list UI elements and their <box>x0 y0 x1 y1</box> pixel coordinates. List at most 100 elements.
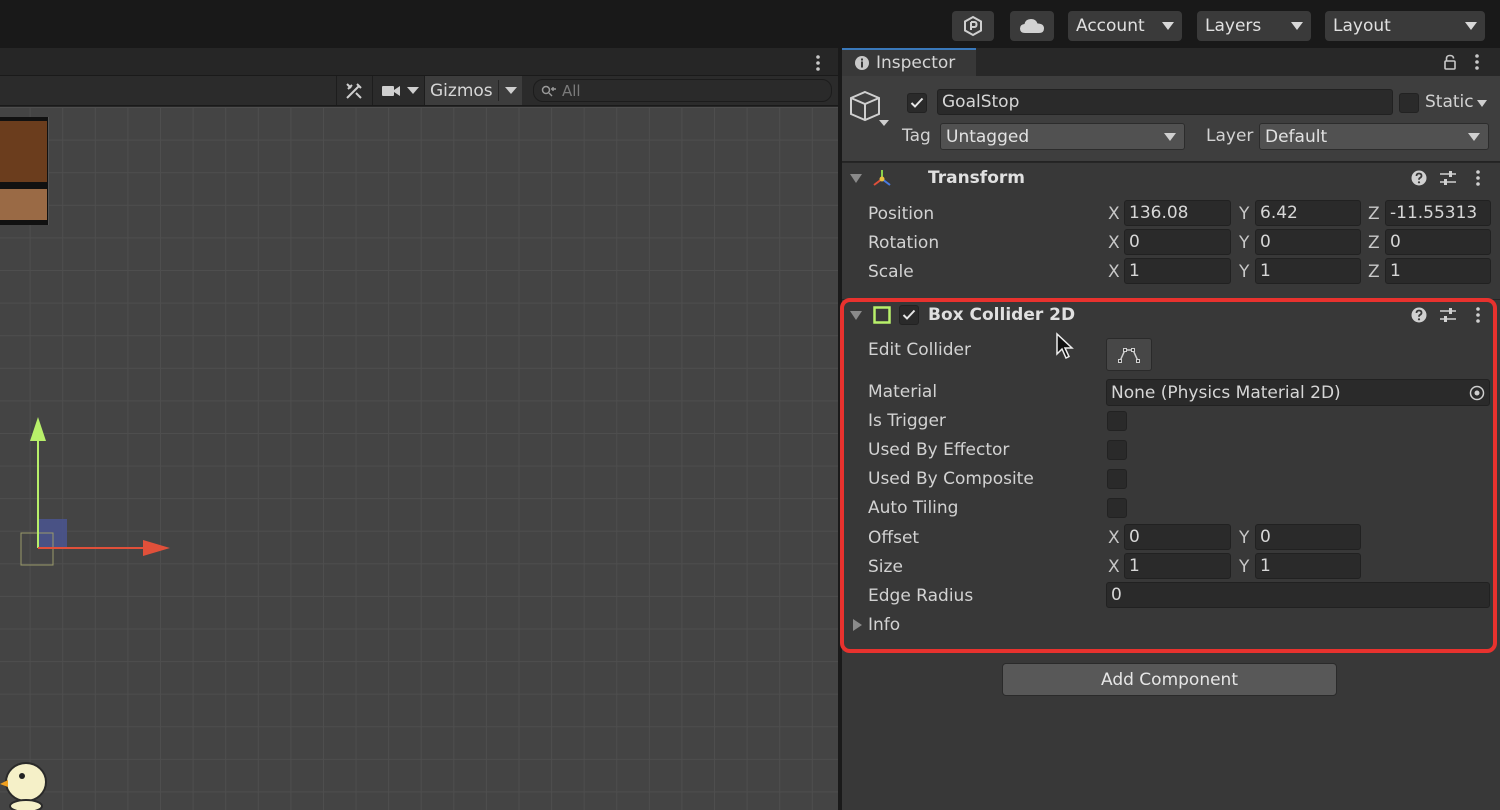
rotation-y-value: 0 <box>1260 232 1271 252</box>
lock-icon[interactable] <box>1443 54 1457 70</box>
more-options-icon[interactable] <box>1474 169 1482 187</box>
cloud-icon <box>1020 19 1044 33</box>
main-toolbar: Account Layers Layout <box>0 0 1500 48</box>
axis-y-label[interactable]: Y <box>1239 233 1249 253</box>
auto-tiling-checkbox[interactable] <box>1107 498 1127 518</box>
edge-radius-label[interactable]: Edge Radius <box>868 586 973 606</box>
axis-x-label[interactable]: X <box>1108 528 1120 548</box>
object-name-field[interactable]: GoalStop <box>937 89 1393 115</box>
active-checkbox[interactable] <box>907 93 927 113</box>
box-collider-header[interactable]: Box Collider 2D <box>842 299 1500 329</box>
axis-x-label[interactable]: X <box>1108 233 1120 253</box>
rotation-y-field[interactable]: 0 <box>1255 229 1361 255</box>
offset-y-field[interactable]: 0 <box>1255 524 1361 550</box>
transform-icon <box>873 170 891 186</box>
position-z-field[interactable]: -11.55313 <box>1385 200 1491 226</box>
gizmos-label: Gizmos <box>430 80 493 101</box>
scale-label[interactable]: Scale <box>868 262 914 282</box>
tools-button[interactable] <box>336 76 370 105</box>
info-foldout-label[interactable]: Info <box>868 615 900 635</box>
layer-value: Default <box>1265 126 1328 147</box>
axis-z-label[interactable]: Z <box>1368 262 1380 282</box>
rotation-label[interactable]: Rotation <box>868 233 939 253</box>
axis-y-label[interactable]: Y <box>1239 204 1249 224</box>
add-component-button[interactable]: Add Component <box>1002 663 1337 696</box>
rotation-x-value: 0 <box>1129 232 1140 252</box>
object-picker-icon[interactable] <box>1469 385 1485 401</box>
preset-icon[interactable] <box>1439 306 1457 324</box>
component-enabled-checkbox[interactable] <box>899 305 919 325</box>
rotation-x-field[interactable]: 0 <box>1124 229 1231 255</box>
axis-z-label[interactable]: Z <box>1368 204 1380 224</box>
material-label: Material <box>868 382 938 402</box>
axis-x-label[interactable]: X <box>1108 204 1120 224</box>
tag-dropdown[interactable]: Untagged <box>940 123 1185 150</box>
edge-radius-field[interactable]: 0 <box>1106 582 1490 608</box>
axis-y-label[interactable]: Y <box>1239 557 1249 577</box>
scale-y-field[interactable]: 1 <box>1255 258 1361 284</box>
brick-sprite[interactable] <box>0 117 49 225</box>
offset-label[interactable]: Offset <box>868 528 919 548</box>
chevron-down-icon <box>1468 133 1480 141</box>
scene-search-input[interactable]: All <box>533 79 832 102</box>
fold-arrow-icon[interactable] <box>850 311 862 320</box>
rotation-z-field[interactable]: 0 <box>1385 229 1491 255</box>
is-trigger-checkbox[interactable] <box>1107 411 1127 431</box>
used-by-composite-checkbox[interactable] <box>1107 469 1127 489</box>
search-icon <box>541 85 556 96</box>
size-y-field[interactable]: 1 <box>1255 553 1361 579</box>
material-object-field[interactable]: None (Physics Material 2D) <box>1106 379 1490 406</box>
layer-dropdown[interactable]: Default <box>1259 123 1489 150</box>
cloud-button[interactable] <box>1010 11 1054 41</box>
gameobject-icon[interactable] <box>849 88 893 128</box>
account-dropdown[interactable]: Account <box>1068 11 1182 41</box>
scene-view[interactable]: Gizmos All <box>0 48 838 810</box>
edit-collider-button[interactable] <box>1106 338 1152 371</box>
box-collider-icon <box>873 306 891 324</box>
chevron-down-icon[interactable] <box>1477 100 1487 107</box>
move-gizmo[interactable] <box>15 413 175 568</box>
layout-dropdown[interactable]: Layout <box>1325 11 1485 41</box>
used-by-effector-label: Used By Effector <box>868 440 1010 460</box>
size-label[interactable]: Size <box>868 557 903 577</box>
inspector-panel: Inspector GoalStop Static Tag Untagged L… <box>842 48 1500 810</box>
size-y-value: 1 <box>1260 556 1271 576</box>
used-by-effector-checkbox[interactable] <box>1107 440 1127 460</box>
more-options-icon[interactable] <box>814 54 822 72</box>
duck-sprite[interactable] <box>0 756 50 810</box>
more-options-icon[interactable] <box>1473 53 1481 71</box>
fold-arrow-right-icon[interactable] <box>853 619 862 631</box>
more-options-icon[interactable] <box>1474 306 1482 324</box>
axis-x-label[interactable]: X <box>1108 557 1120 577</box>
box-collider-title: Box Collider 2D <box>928 305 1076 325</box>
camera-dropdown[interactable] <box>372 76 424 105</box>
gizmos-button[interactable]: Gizmos <box>424 76 522 105</box>
axis-x-label[interactable]: X <box>1108 262 1120 282</box>
position-label[interactable]: Position <box>868 204 934 224</box>
layers-dropdown[interactable]: Layers <box>1197 11 1311 41</box>
chevron-down-icon[interactable] <box>505 87 517 94</box>
rotation-z-value: 0 <box>1390 232 1401 252</box>
size-x-field[interactable]: 1 <box>1124 553 1231 579</box>
help-icon[interactable] <box>1411 307 1427 323</box>
layers-label: Layers <box>1205 16 1262 36</box>
help-icon[interactable] <box>1411 170 1427 186</box>
scale-x-field[interactable]: 1 <box>1124 258 1231 284</box>
tab-inspector[interactable]: Inspector <box>842 48 976 76</box>
preset-icon[interactable] <box>1439 169 1457 187</box>
fold-arrow-icon[interactable] <box>850 174 862 183</box>
position-y-field[interactable]: 6.42 <box>1255 200 1361 226</box>
static-checkbox[interactable] <box>1399 93 1419 113</box>
offset-x-field[interactable]: 0 <box>1124 524 1231 550</box>
axis-y-label[interactable]: Y <box>1239 262 1249 282</box>
scale-z-field[interactable]: 1 <box>1385 258 1491 284</box>
static-label[interactable]: Static <box>1425 92 1474 112</box>
scene-toolbar: Gizmos All <box>0 76 838 106</box>
transform-header[interactable]: Transform <box>842 162 1500 192</box>
axis-y-label[interactable]: Y <box>1239 528 1249 548</box>
position-x-value: 136.08 <box>1129 203 1189 223</box>
position-x-field[interactable]: 136.08 <box>1124 200 1231 226</box>
chevron-down-icon <box>1291 22 1303 30</box>
axis-z-label[interactable]: Z <box>1368 233 1380 253</box>
collab-button[interactable] <box>952 11 994 41</box>
